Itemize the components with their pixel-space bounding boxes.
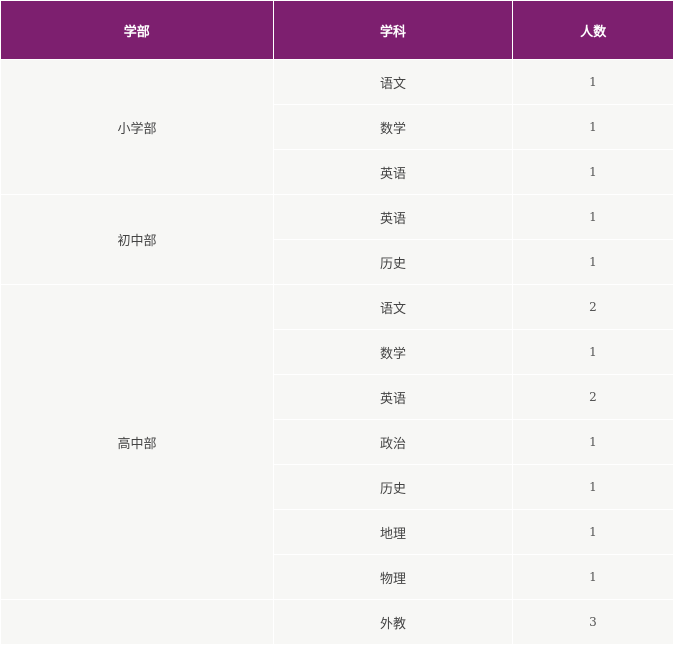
subject-cell: 数学 xyxy=(273,104,513,150)
subject-cell: 语文 xyxy=(273,284,513,330)
department-label: 初中部 xyxy=(117,234,157,249)
count-cell: 1 xyxy=(512,329,673,375)
subject-cell: 历史 xyxy=(273,464,513,510)
department-label: 小学部 xyxy=(117,121,157,137)
header-department: 学部 xyxy=(0,1,274,60)
header-subject: 学科 xyxy=(273,1,513,60)
count-cell: 1 xyxy=(512,419,673,465)
staff-table: 学部 学科 人数 小学部 语文 1 数学 1 英语 1 初中部 英语 1 历史 1 高中部 语文 2 数学 1 英… xyxy=(0,1,673,645)
department-label: 高中部 xyxy=(117,436,157,452)
department-cell: 小学部 xyxy=(0,59,274,195)
subject-cell: 历史 xyxy=(273,239,513,285)
header-count: 人数 xyxy=(512,1,673,60)
count-cell: 1 xyxy=(512,554,673,600)
table-row: 高中部 语文 2 xyxy=(0,284,673,600)
subject-cell: 英语 xyxy=(273,149,513,195)
count-cell: 1 xyxy=(512,104,673,150)
count-cell: 2 xyxy=(512,374,673,420)
count-cell: 1 xyxy=(512,464,673,510)
count-cell: 1 xyxy=(512,239,673,285)
subject-cell: 外教 xyxy=(273,599,513,645)
count-cell: 3 xyxy=(512,599,673,645)
subject-cell: 政治 xyxy=(273,419,513,465)
subject-cell: 语文 xyxy=(273,59,513,105)
header-row: 学部 学科 人数 xyxy=(0,1,673,60)
subject-cell: 物理 xyxy=(273,554,513,600)
count-cell: 1 xyxy=(512,509,673,555)
count-cell: 1 xyxy=(512,149,673,195)
subject-cell: 英语 xyxy=(273,194,513,240)
department-cell: 初中部 xyxy=(0,194,274,285)
table-row: 初中部 英语 1 xyxy=(0,194,673,285)
count-cell: 1 xyxy=(512,59,673,105)
department-cell xyxy=(0,599,274,645)
subject-cell: 英语 xyxy=(273,374,513,420)
subject-cell: 数学 xyxy=(273,329,513,375)
table-body: 小学部 语文 1 数学 1 英语 1 初中部 英语 1 历史 1 高中部 语文 2 数学 1 英语 2 政治 1 历史 1 地… xyxy=(0,59,673,645)
count-cell: 1 xyxy=(512,194,673,240)
table-row: 小学部 语文 1 xyxy=(0,59,673,195)
subject-cell: 地理 xyxy=(273,509,513,555)
table-row: 外教 3 xyxy=(0,599,673,645)
count-cell: 2 xyxy=(512,284,673,330)
department-cell: 高中部 xyxy=(0,284,274,600)
table-header: 学部 学科 人数 xyxy=(0,1,673,60)
